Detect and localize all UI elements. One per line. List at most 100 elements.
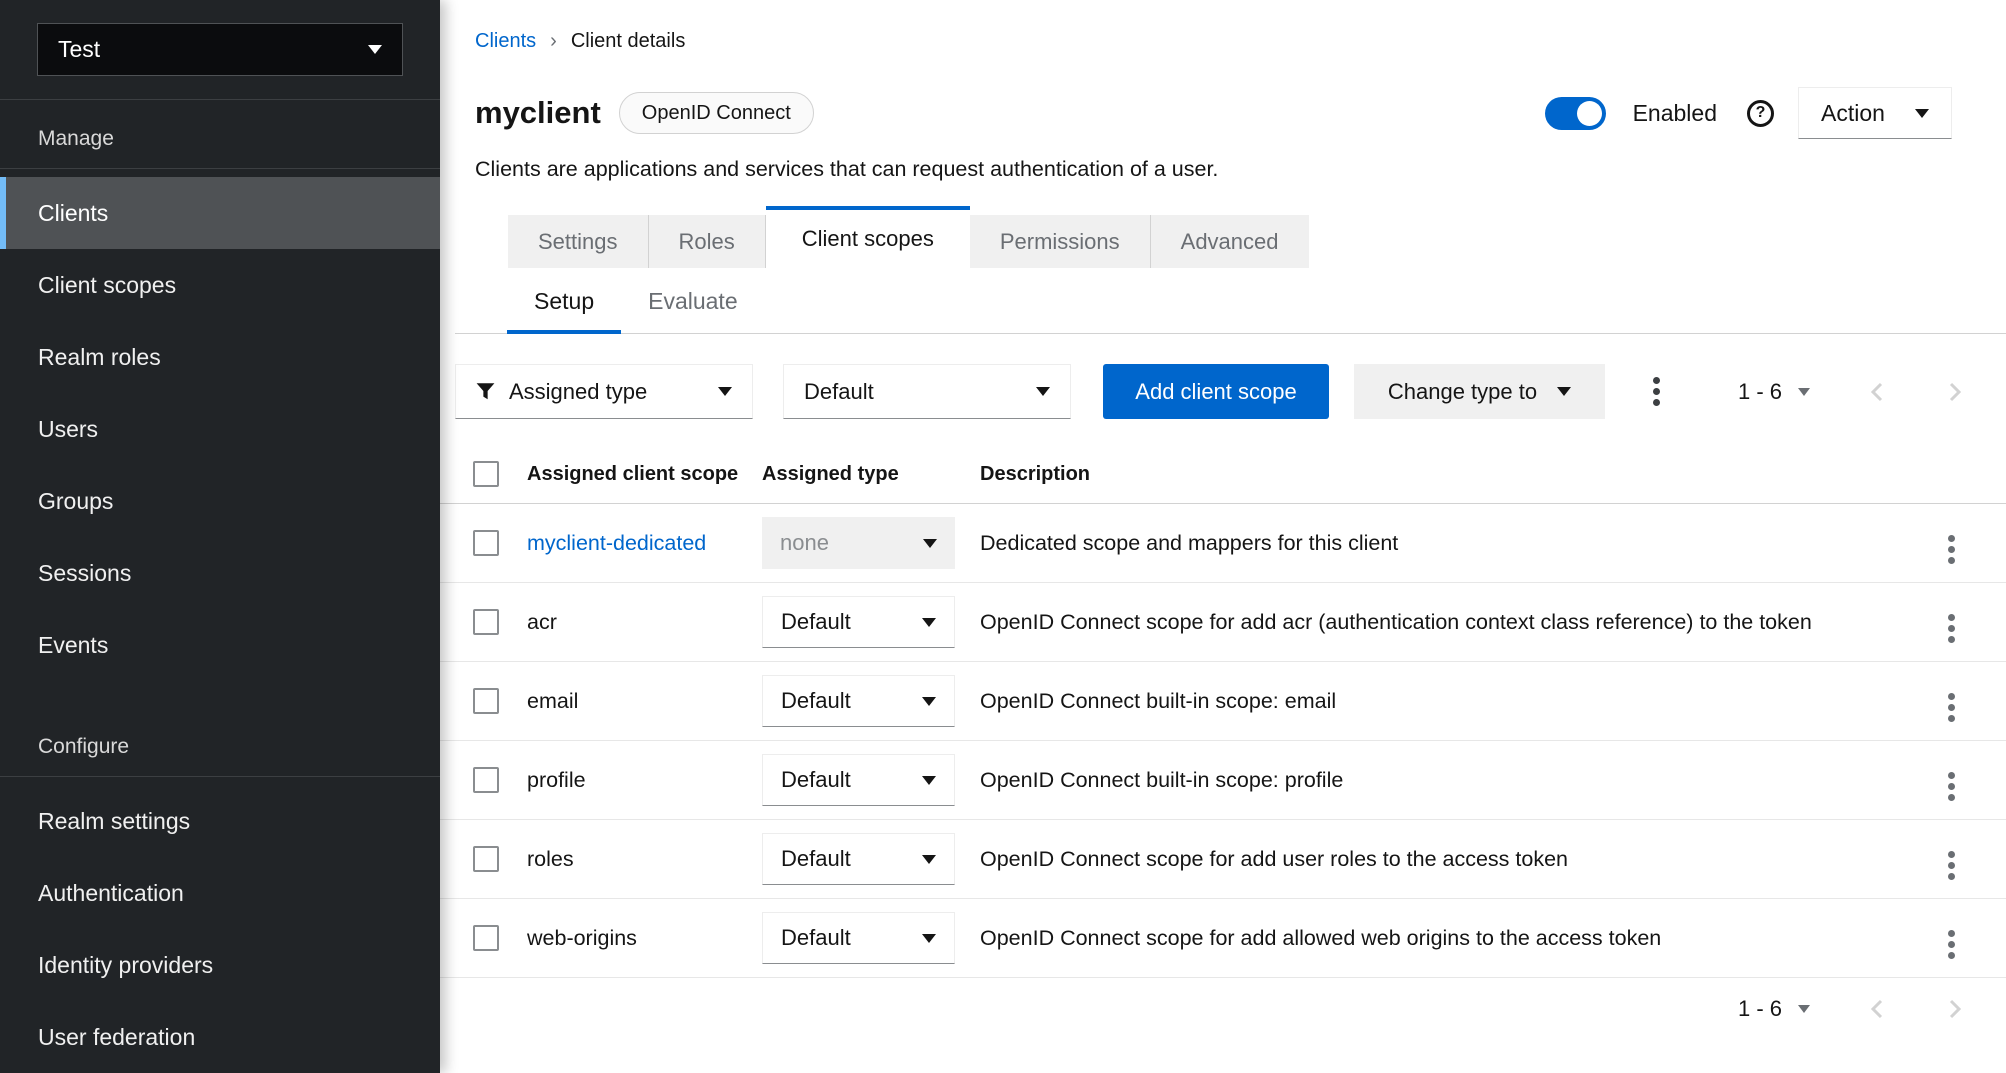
column-header-assigned-client-scope: Assigned client scope (527, 447, 762, 504)
breadcrumb-clients-link[interactable]: Clients (475, 30, 536, 53)
title-wrap: myclient OpenID Connect (475, 92, 814, 134)
tab-advanced[interactable]: Advanced (1151, 215, 1309, 268)
scope-link-myclient-dedicated[interactable]: myclient-dedicated (527, 531, 706, 555)
action-dropdown[interactable]: Action (1798, 87, 1952, 139)
nav-list: ClientsClient scopesRealm rolesUsersGrou… (0, 169, 440, 681)
chevron-left-icon[interactable] (1866, 380, 1888, 404)
sidebar-item-client-scopes[interactable]: Client scopes (0, 249, 440, 321)
tab-client-scopes[interactable]: Client scopes (766, 206, 970, 268)
chevron-down-icon[interactable] (1798, 1005, 1810, 1013)
tab-permissions[interactable]: Permissions (970, 215, 1151, 268)
breadcrumb: Clients Client details (475, 30, 2006, 53)
change-type-to-button[interactable]: Change type to (1354, 364, 1605, 419)
scope-name-email[interactable]: email (527, 689, 578, 713)
scope-description: OpenID Connect scope for add user roles … (980, 820, 1934, 899)
tab-settings[interactable]: Settings (508, 215, 649, 268)
row-checkbox[interactable] (473, 609, 499, 635)
toolbar: Assigned type Default Add client scope C… (455, 364, 1966, 419)
change-type-to-label: Change type to (1388, 379, 1537, 405)
sidebar-item-identity-providers[interactable]: Identity providers (0, 929, 440, 1001)
sidebar-item-sessions[interactable]: Sessions (0, 537, 440, 609)
filter-type-dropdown[interactable]: Assigned type (455, 364, 753, 419)
enabled-label: Enabled (1633, 100, 1717, 127)
assigned-type-select[interactable]: Default (762, 675, 955, 727)
scope-description: OpenID Connect scope for add acr (authen… (980, 583, 1934, 662)
pagination-range: 1 - 6 (1738, 996, 1782, 1022)
assigned-type-select[interactable]: Default (762, 833, 955, 885)
row-checkbox[interactable] (473, 767, 499, 793)
enabled-toggle[interactable] (1545, 97, 1606, 130)
action-dropdown-label: Action (1821, 100, 1885, 127)
row-checkbox[interactable] (473, 688, 499, 714)
row-kebab-menu[interactable] (1948, 851, 1955, 880)
assigned-type-select[interactable]: Default (762, 754, 955, 806)
chevron-left-icon[interactable] (1866, 997, 1888, 1021)
row-checkbox[interactable] (473, 846, 499, 872)
chevron-right-icon[interactable] (1944, 997, 1966, 1021)
assigned-type-select[interactable]: Default (762, 596, 955, 648)
sidebar-item-clients[interactable]: Clients (0, 177, 440, 249)
chevron-down-icon (718, 387, 732, 396)
filter-type-label: Assigned type (509, 379, 647, 405)
chevron-down-icon[interactable] (1798, 388, 1810, 396)
table-row: roles Default OpenID Connect scope for a… (440, 820, 2006, 899)
row-kebab-menu[interactable] (1948, 614, 1955, 643)
row-checkbox[interactable] (473, 925, 499, 951)
client-scopes-table: Assigned client scope Assigned type Desc… (440, 447, 2006, 978)
chevron-down-icon (923, 539, 937, 548)
row-kebab-menu[interactable] (1948, 930, 1955, 959)
scope-name-roles[interactable]: roles (527, 847, 574, 871)
column-header-assigned-type: Assigned type (762, 447, 980, 504)
sidebar-item-realm-roles[interactable]: Realm roles (0, 321, 440, 393)
row-checkbox[interactable] (473, 530, 499, 556)
realm-selector[interactable]: Test (37, 23, 403, 76)
nav-group-configure: Configure Realm settingsAuthenticationId… (0, 716, 440, 1073)
column-header-description: Description (980, 447, 1934, 504)
scope-name-acr[interactable]: acr (527, 610, 557, 634)
row-kebab-menu[interactable] (1948, 772, 1955, 801)
nav-group-label: Manage (0, 108, 440, 169)
scope-name-profile[interactable]: profile (527, 768, 586, 792)
table-row: myclient-dedicated none Dedicated scope … (440, 504, 2006, 583)
sidebar-item-events[interactable]: Events (0, 609, 440, 681)
chevron-down-icon (922, 855, 936, 864)
row-kebab-menu[interactable] (1948, 535, 1955, 564)
chevron-down-icon (1036, 387, 1050, 396)
primary-tabs: SettingsRolesClient scopesPermissionsAdv… (508, 206, 2006, 268)
sidebar-item-user-federation[interactable]: User federation (0, 1001, 440, 1073)
select-all-checkbox[interactable] (473, 461, 499, 487)
sidebar: Test Manage ClientsClient scopesRealm ro… (0, 0, 440, 1073)
subtab-setup[interactable]: Setup (507, 272, 621, 333)
scope-description: Dedicated scope and mappers for this cli… (980, 504, 1934, 583)
assigned-type-select[interactable]: Default (762, 912, 955, 964)
chevron-down-icon (922, 934, 936, 943)
subtab-evaluate[interactable]: Evaluate (621, 272, 765, 333)
help-icon[interactable] (1747, 100, 1774, 127)
sidebar-item-users[interactable]: Users (0, 393, 440, 465)
chevron-down-icon (922, 697, 936, 706)
chevron-right-icon[interactable] (1944, 380, 1966, 404)
chevron-down-icon (1557, 387, 1571, 396)
nav-group-label: Configure (0, 716, 440, 777)
scope-name-web-origins[interactable]: web-origins (527, 926, 637, 950)
toolbar-kebab-menu[interactable] (1653, 377, 1660, 406)
scope-description: OpenID Connect built-in scope: email (980, 662, 1934, 741)
header-controls: Enabled Action (1545, 87, 1952, 139)
assigned-type-select[interactable]: none (762, 517, 955, 569)
table-header-row: Assigned client scope Assigned type Desc… (440, 447, 2006, 504)
sidebar-item-realm-settings[interactable]: Realm settings (0, 785, 440, 857)
add-client-scope-button[interactable]: Add client scope (1103, 364, 1329, 419)
table-row: acr Default OpenID Connect scope for add… (440, 583, 2006, 662)
sidebar-item-groups[interactable]: Groups (0, 465, 440, 537)
sidebar-item-authentication[interactable]: Authentication (0, 857, 440, 929)
table-row: email Default OpenID Connect built-in sc… (440, 662, 2006, 741)
row-kebab-menu[interactable] (1948, 693, 1955, 722)
filter-value-dropdown[interactable]: Default (783, 364, 1071, 419)
chevron-down-icon (922, 618, 936, 627)
filter-icon (476, 382, 495, 401)
chevron-down-icon (922, 776, 936, 785)
scope-description: OpenID Connect scope for add allowed web… (980, 899, 1934, 978)
tab-roles[interactable]: Roles (649, 215, 766, 268)
page-description: Clients are applications and services th… (475, 157, 2006, 182)
pagination-bottom: 1 - 6 (440, 996, 1966, 1022)
